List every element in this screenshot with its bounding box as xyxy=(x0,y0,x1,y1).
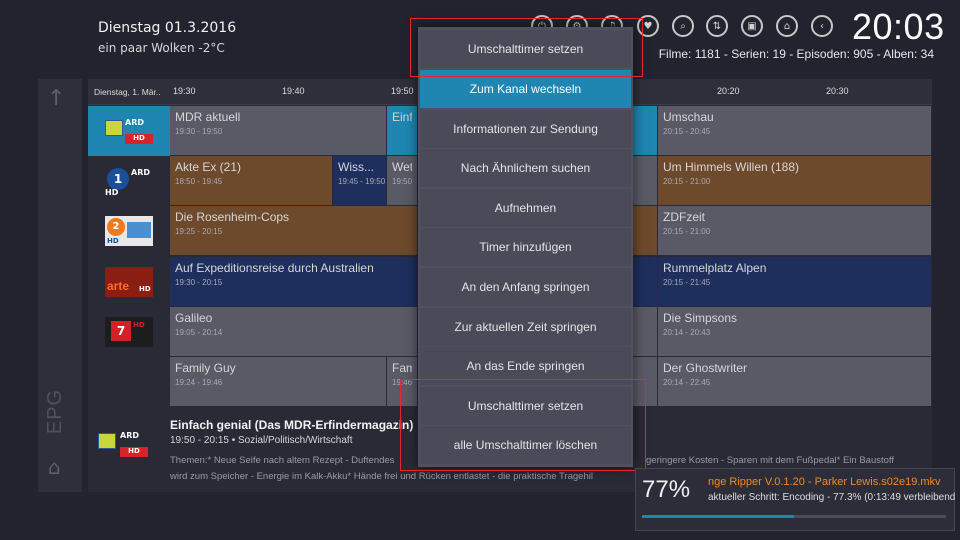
sidebar-label: EPG xyxy=(44,388,67,435)
program-title: Rummelplatz Alpen xyxy=(663,261,767,275)
notification-title: nge Ripper V.0.1.20 - Parker Lewis.s02e1… xyxy=(708,476,941,488)
program-title: Wiss... xyxy=(338,160,374,174)
home-icon[interactable]: ⌂ xyxy=(48,455,61,479)
program-cell[interactable]: Auf Expeditionsreise durch Australien 19… xyxy=(170,257,418,306)
program-title: Die Rosenheim-Cops xyxy=(175,210,290,224)
program-title: Einfa xyxy=(392,110,412,124)
program-cell[interactable]: Wiss... 19:45 - 19:50 xyxy=(333,156,387,205)
program-time: 20:15 - 20:45 xyxy=(663,127,711,136)
time-label: 20:20 xyxy=(717,86,740,96)
program-time: 20:14 - 22:45 xyxy=(663,378,711,387)
program-title: Die Simpsons xyxy=(663,311,738,325)
program-time: 19:30 - 19:50 xyxy=(175,127,223,136)
sort-icon[interactable]: ⇅ xyxy=(706,15,728,37)
program-time: 19:30 - 20:15 xyxy=(175,278,223,287)
info-channel-logo: ARD HD xyxy=(98,429,150,461)
info-subtitle: 19:50 - 20:15 • Sozial/Politisch/Wirtsch… xyxy=(170,435,353,446)
menu-item-add-timer[interactable]: Timer hinzufügen xyxy=(420,228,631,266)
channel-logo-cell[interactable]: ARD HD xyxy=(88,106,170,156)
epg-header-date: Dienstag, 1. Mär.. xyxy=(94,87,161,97)
time-label: 19:50 xyxy=(391,86,414,96)
channel-logo: ARD HD xyxy=(105,116,153,146)
program-title: ZDFzeit xyxy=(663,210,705,224)
program-cell[interactable]: Einfa xyxy=(387,106,418,155)
channel-logo-cell[interactable] xyxy=(88,357,170,407)
program-time: 19:45 - 19:50 xyxy=(338,177,386,186)
info-description-line: geringere Kosten - Sparen mit dem Fußped… xyxy=(646,455,895,466)
back-icon[interactable]: ‹ xyxy=(811,15,833,37)
program-cell[interactable]: Um Himmels Willen (188) 20:15 - 21:00 xyxy=(658,156,932,205)
program-cell[interactable] xyxy=(632,307,658,356)
notification-step: aktueller Schritt: Encoding - 77.3% (0:1… xyxy=(708,492,956,503)
program-title: Auf Expeditionsreise durch Australien xyxy=(175,261,374,275)
program-cell[interactable]: Umschau 20:15 - 20:45 xyxy=(658,106,932,155)
channel-logo-cell[interactable]: arte HD xyxy=(88,257,170,307)
channel-logo-cell[interactable]: 7 HD xyxy=(88,307,170,357)
time-label: 19:30 xyxy=(173,86,196,96)
program-title: Der Ghostwriter xyxy=(663,361,748,375)
program-title: MDR aktuell xyxy=(175,110,241,124)
notification-progress-fill xyxy=(642,515,794,518)
program-cell[interactable]: MDR aktuell 19:30 - 19:50 xyxy=(170,106,387,155)
program-cell[interactable]: Wett 19:50 xyxy=(387,156,418,205)
library-stats: Filme: 1181 - Serien: 19 - Episoden: 905… xyxy=(658,47,934,61)
channel-logo: 2 HD xyxy=(105,216,153,246)
program-cell[interactable]: Family Guy 19:24 - 19:46 xyxy=(170,357,387,406)
program-cell[interactable]: Die Simpsons 20:14 - 20:43 xyxy=(658,307,932,356)
recordings-icon[interactable]: ▣ xyxy=(741,15,763,37)
program-time: 20:14 - 20:43 xyxy=(663,328,711,337)
time-label: 20:30 xyxy=(826,86,849,96)
highlight-box xyxy=(400,379,646,471)
program-cell[interactable] xyxy=(632,206,658,255)
menu-item-find-similar[interactable]: Nach Ähnlichem suchen xyxy=(420,149,631,187)
header-date: Dienstag 01.3.2016 xyxy=(98,20,237,36)
menu-item-jump-start[interactable]: An den Anfang springen xyxy=(420,268,631,306)
program-cell[interactable]: Akte Ex (21) 18:50 - 19:45 xyxy=(170,156,333,205)
program-cell[interactable] xyxy=(632,156,658,205)
program-cell[interactable]: Galileo 19:05 - 20:14 xyxy=(170,307,418,356)
channel-logo: 7 HD xyxy=(105,317,153,347)
program-time: 19:05 - 20:14 xyxy=(175,328,223,337)
header-weather: ein paar Wolken -2°C xyxy=(98,41,225,55)
highlight-box xyxy=(410,18,643,77)
program-time: 19:25 - 20:15 xyxy=(175,227,223,236)
timer-icon[interactable]: ⌂ xyxy=(776,15,798,37)
program-cell[interactable] xyxy=(632,257,658,306)
program-title: Family Guy xyxy=(175,361,236,375)
program-cell[interactable]: Rummelplatz Alpen 20:15 - 21:45 xyxy=(658,257,932,306)
menu-item-record[interactable]: Aufnehmen xyxy=(420,189,631,227)
program-time: 20:15 - 21:45 xyxy=(663,278,711,287)
menu-item-jump-now[interactable]: Zur aktuellen Zeit springen xyxy=(420,308,631,346)
program-cell[interactable]: Die Rosenheim-Cops 19:25 - 20:15 xyxy=(170,206,418,255)
program-title: Umschau xyxy=(663,110,714,124)
program-cell[interactable]: Der Ghostwriter 20:14 - 22:45 xyxy=(658,357,932,406)
program-time: 19:50 xyxy=(392,177,413,186)
channel-logo: arte HD xyxy=(105,267,153,297)
program-title: Wett xyxy=(392,160,412,174)
channel-logo-cell[interactable]: 1 ARD HD xyxy=(88,156,170,206)
program-title: Galileo xyxy=(175,311,213,325)
info-title: Einfach genial (Das MDR-Erfindermagazin) xyxy=(170,418,414,432)
program-title: Akte Ex (21) xyxy=(175,160,242,174)
search-icon[interactable]: ⌕ xyxy=(672,15,694,37)
channel-logo: 1 ARD HD xyxy=(105,168,150,197)
program-time: 20:15 - 21:00 xyxy=(663,227,711,236)
program-title: Fami xyxy=(392,361,412,375)
menu-item-program-info[interactable]: Informationen zur Sendung xyxy=(420,110,631,148)
program-cell[interactable] xyxy=(632,106,658,155)
program-time: 20:15 - 21:00 xyxy=(663,177,711,186)
channel-logo-cell[interactable]: 2 HD xyxy=(88,206,170,256)
time-label: 19:40 xyxy=(282,86,305,96)
info-description-line: Themen:* Neue Seife nach altem Rezept - … xyxy=(170,455,395,466)
program-time: 18:50 - 19:45 xyxy=(175,177,223,186)
notification-percent: 77% xyxy=(642,476,691,503)
clock: 20:03 xyxy=(852,6,945,47)
program-title: Um Himmels Willen (188) xyxy=(663,160,800,174)
program-cell[interactable]: ZDFzeit 20:15 - 21:00 xyxy=(658,206,932,255)
program-time: 19:24 - 19:46 xyxy=(175,378,223,387)
up-arrow-icon[interactable]: ↑ xyxy=(47,86,65,111)
